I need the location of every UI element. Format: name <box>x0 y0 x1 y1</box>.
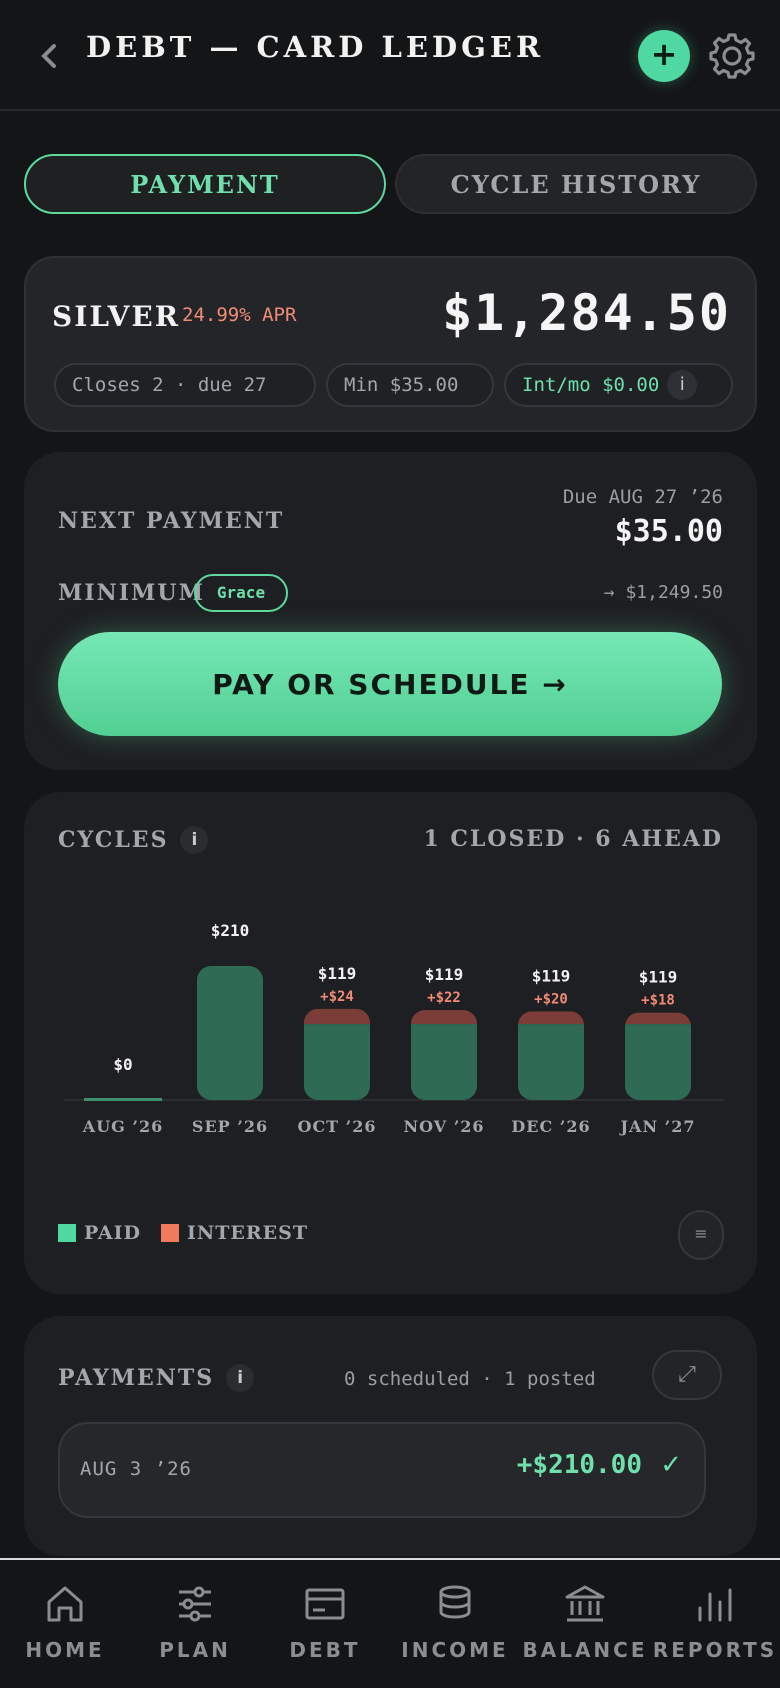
grace-badge: Grace <box>194 574 288 612</box>
min-chip-label: Min $35.00 <box>344 374 459 396</box>
chart-value-label: $119 <box>639 968 678 987</box>
back-button[interactable] <box>34 34 64 78</box>
chart-value-label: $210 <box>211 921 250 940</box>
legend-label-interest: INTEREST <box>187 1222 309 1244</box>
chart-category-label: DEC ’26 <box>511 1117 590 1136</box>
nav-item-debt[interactable]: DEBT <box>260 1560 390 1688</box>
chart-value-label: $119 <box>425 965 464 984</box>
cycles-card: CYCLES i 1 CLOSED · 6 AHEAD $0 AUG ’26 $21… <box>24 792 757 1294</box>
payments-summary: 0 scheduled · 1 posted <box>344 1368 596 1390</box>
header: DEBT — CARD LEDGER + <box>0 0 780 111</box>
info-icon[interactable]: i <box>226 1364 255 1392</box>
chart-value-label: $119 <box>532 966 571 985</box>
nav-label-reports: REPORTS <box>652 1638 778 1662</box>
sliders-icon <box>179 1586 211 1622</box>
tab-cycle-history[interactable]: CYCLE HISTORY <box>395 154 757 214</box>
payments-card: PAYMENTS i 0 scheduled · 1 posted ⤢ AUG … <box>24 1316 757 1556</box>
legend-item-paid: PAID <box>58 1222 141 1244</box>
next-payment-due: Due AUG 27 ’26 <box>562 486 723 508</box>
chart-bar-interest <box>518 1011 584 1025</box>
chart-category-label: JAN ’27 <box>618 1117 695 1136</box>
chart-category-label: SEP ’26 <box>192 1117 268 1136</box>
coins-icon <box>439 1585 471 1619</box>
info-icon[interactable]: i <box>667 370 698 400</box>
page-title: DEBT — CARD LEDGER <box>86 30 545 64</box>
payment-date: AUG 3 ’26 <box>80 1458 192 1480</box>
account-apr: 24.99% APR <box>182 304 297 326</box>
legend-swatch-paid <box>58 1224 76 1242</box>
nav-item-reports[interactable]: REPORTS <box>650 1560 780 1688</box>
interest-chip-label: Int/mo $0.00 <box>522 374 660 396</box>
account-summary-card: SILVER 24.99% APR $1,284.50 Closes 2 · d… <box>24 256 757 432</box>
next-payment-card: NEXT PAYMENT Due AUG 27 ’26 $35.00 MINIM… <box>24 452 757 770</box>
chart-legend: PAID INTEREST <box>58 1222 328 1244</box>
chart-bar-paid <box>518 1024 584 1100</box>
chart-bar-interest <box>625 1012 691 1025</box>
check-icon: ✓ <box>660 1450 682 1480</box>
chart-bar-empty <box>84 1098 162 1101</box>
chart-category-label: NOV ’26 <box>403 1117 484 1136</box>
nav-label-plan: PLAN <box>159 1638 231 1662</box>
tab-payment[interactable]: PAYMENT <box>24 154 386 214</box>
chart-interest-label: +$24 <box>320 989 354 1005</box>
chart-interest-label: +$22 <box>427 990 461 1006</box>
interest-chip[interactable]: Int/mo $0.00 i <box>504 363 733 407</box>
nav-item-home[interactable]: HOME <box>0 1560 130 1688</box>
chart-interest-label: +$20 <box>534 991 568 1007</box>
card-icon <box>305 1588 345 1620</box>
next-payment-amount: $35.00 <box>614 514 723 549</box>
min-chip: Min $35.00 <box>326 363 494 407</box>
list-icon: ≡ <box>694 1224 708 1243</box>
chart-bar-paid <box>304 1024 370 1100</box>
payments-label: PAYMENTS i <box>58 1364 255 1392</box>
chevron-left-icon <box>41 44 56 68</box>
legend-label-paid: PAID <box>84 1222 142 1244</box>
settings-button[interactable] <box>706 30 758 82</box>
next-payment-label: NEXT PAYMENT <box>58 508 285 534</box>
payment-amount: +$210.00 <box>516 1450 642 1480</box>
nav-label-balance: BALANCE <box>522 1638 648 1662</box>
cycles-chart: $0 AUG ’26 $210 SEP ’26 $119 +$24 OCT ’26 $119 +… <box>64 921 724 1136</box>
nav-label-debt: DEBT <box>289 1638 361 1662</box>
nav-label-income: INCOME <box>401 1638 509 1662</box>
chart-value-label: $119 <box>318 964 357 983</box>
account-name: SILVER <box>52 300 181 333</box>
account-balance: $1,284.50 <box>442 284 731 342</box>
nav-item-plan[interactable]: PLAN <box>130 1560 260 1688</box>
chart-bar-interest <box>304 1008 370 1025</box>
bottom-nav: HOME PLAN DEBT INCOME BALANCE REPORTS <box>0 1558 780 1688</box>
chart-bar-interest <box>411 1010 477 1025</box>
nav-item-income[interactable]: INCOME <box>390 1560 520 1688</box>
payment-row[interactable]: AUG 3 ’26 +$210.00 ✓ <box>58 1422 706 1518</box>
home-icon <box>47 1586 83 1622</box>
pay-or-schedule-button[interactable]: PAY OR SCHEDULE → <box>58 632 722 736</box>
bar-chart-icon <box>698 1588 732 1622</box>
chart-value-label: $0 <box>113 1055 132 1074</box>
closes-chip-label: Closes 2 · due 27 <box>72 374 267 396</box>
chart-bar-paid <box>411 1024 477 1100</box>
expand-button[interactable]: ⤢ <box>652 1350 722 1400</box>
legend-swatch-interest <box>161 1224 180 1242</box>
legend-item-interest: INTEREST <box>161 1222 308 1244</box>
chart-bar-paid <box>197 966 263 1100</box>
bank-icon <box>565 1585 605 1622</box>
balance-after-payment: → $1,249.50 <box>603 582 723 603</box>
closes-chip: Closes 2 · due 27 <box>54 363 316 407</box>
chart-category-label: AUG ’26 <box>82 1117 163 1136</box>
chart-category-label: OCT ’26 <box>298 1117 377 1136</box>
nav-label-home: HOME <box>25 1638 105 1662</box>
expand-icon: ⤢ <box>678 1362 696 1387</box>
nav-item-balance[interactable]: BALANCE <box>520 1560 650 1688</box>
minimum-label: MINIMUM <box>58 580 205 606</box>
chart-interest-label: +$18 <box>641 993 675 1009</box>
list-view-button[interactable]: ≡ <box>678 1210 724 1260</box>
payments-label-text: PAYMENTS <box>58 1365 215 1391</box>
gear-icon <box>709 33 755 79</box>
chart-bar-paid <box>625 1024 691 1100</box>
add-button[interactable]: + <box>638 30 690 82</box>
